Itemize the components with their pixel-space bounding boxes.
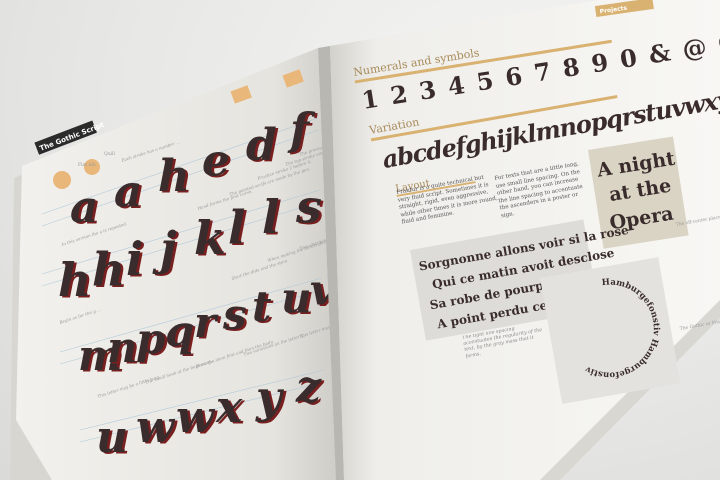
gothic-letter: y bbox=[255, 372, 285, 423]
gothic-letter: l bbox=[228, 201, 245, 255]
gothic-letter: p bbox=[136, 315, 165, 364]
gothic-letter: q bbox=[165, 306, 194, 355]
gothic-letter: i bbox=[126, 232, 143, 286]
gothic-letter: h bbox=[158, 151, 190, 202]
pen-label-quill: Quill bbox=[104, 151, 115, 157]
gothic-letter: h bbox=[92, 243, 125, 297]
gothic-letter: u bbox=[96, 412, 128, 463]
gothic-letter: x bbox=[215, 382, 243, 433]
gothic-letter: w bbox=[136, 402, 176, 453]
gothic-letter: u bbox=[281, 274, 312, 323]
gothic-letter: r bbox=[194, 298, 219, 347]
gothic-letter: s bbox=[222, 290, 247, 339]
gothic-letter: w bbox=[176, 392, 216, 443]
gothic-letter: n bbox=[107, 323, 138, 372]
gothic-letter: z bbox=[295, 362, 322, 413]
gothic-letter: a bbox=[114, 167, 143, 218]
gothic-letter: h bbox=[58, 253, 91, 307]
pen-nib-icon bbox=[53, 171, 71, 189]
gothic-letter: t bbox=[252, 282, 271, 331]
open-book: The Gothic Script Flat nib Quill aa aa hh e… bbox=[10, 0, 720, 480]
pen-label-flat: Flat nib bbox=[78, 162, 96, 168]
gothic-letter: k bbox=[194, 211, 226, 265]
gothic-letter: d bbox=[246, 120, 277, 171]
gothic-letter: a bbox=[70, 182, 99, 233]
gothic-letter: l bbox=[262, 190, 279, 244]
gothic-letter: e bbox=[202, 136, 230, 187]
photo-scene: The Gothic Script Flat nib Quill aaaahhe… bbox=[0, 0, 720, 480]
gothic-letter: s bbox=[295, 180, 322, 234]
right-page: Projects Numerals and symbols 1 2 3 4 5 … bbox=[330, 0, 720, 480]
circle-sample-panel bbox=[540, 257, 681, 405]
